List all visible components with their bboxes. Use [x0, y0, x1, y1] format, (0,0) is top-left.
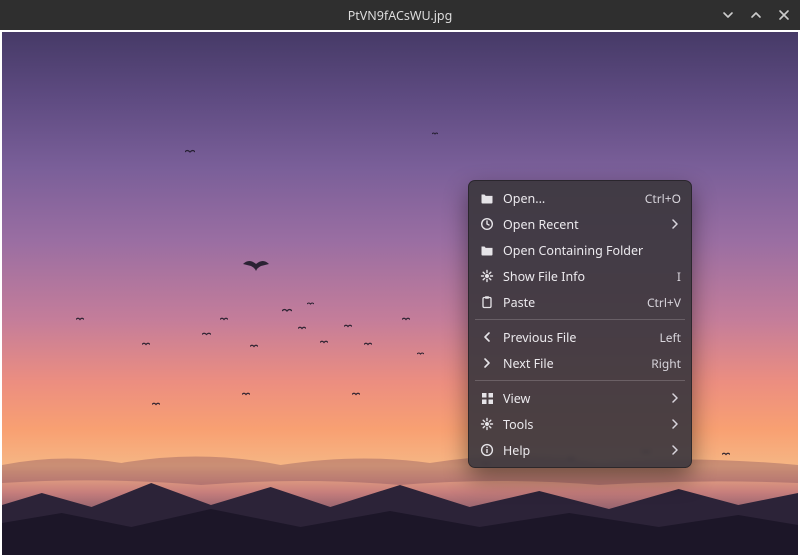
- submenu-chevron-icon: [671, 416, 681, 433]
- bird-silhouette: [344, 324, 352, 329]
- image-viewport[interactable]: Open... Ctrl+O Open Recent Open Containi…: [2, 32, 798, 555]
- grid-icon: [479, 390, 495, 406]
- bird-silhouette: [417, 352, 424, 356]
- bird-silhouette: [364, 342, 372, 347]
- gear-icon: [479, 416, 495, 432]
- menu-item-label: Open...: [503, 190, 625, 207]
- bird-silhouette: [76, 317, 84, 322]
- chevron-up-icon: [749, 8, 763, 22]
- menu-item-open[interactable]: Open... Ctrl+O: [469, 185, 691, 211]
- window-controls: [716, 0, 796, 30]
- chevron-down-icon: [721, 8, 735, 22]
- bird-silhouette: [432, 132, 438, 136]
- menu-item-accel: I: [677, 268, 681, 285]
- submenu-chevron-icon: [671, 216, 681, 233]
- chevron-right-icon: [479, 355, 495, 371]
- bird-silhouette: [185, 149, 195, 155]
- menu-item-label: Previous File: [503, 329, 639, 346]
- bird-silhouette: [320, 340, 328, 345]
- image-viewer-window: PtVN9fACsWU.jpg: [0, 0, 800, 557]
- chevron-left-icon: [479, 329, 495, 345]
- bird-silhouette: [142, 342, 150, 347]
- bird-silhouette: [298, 326, 306, 331]
- bird-silhouette: [243, 258, 269, 272]
- submenu-chevron-icon: [671, 390, 681, 407]
- clipboard-icon: [479, 294, 495, 310]
- maximize-button[interactable]: [744, 3, 768, 27]
- menu-item-accel: Left: [659, 329, 681, 346]
- menu-separator: [475, 319, 685, 320]
- titlebar[interactable]: PtVN9fACsWU.jpg: [0, 0, 800, 30]
- info-icon: [479, 442, 495, 458]
- menu-item-help[interactable]: Help: [469, 437, 691, 463]
- menu-item-accel: Right: [651, 355, 681, 372]
- menu-separator: [475, 380, 685, 381]
- menu-item-open-containing-folder[interactable]: Open Containing Folder: [469, 237, 691, 263]
- menu-item-accel: Ctrl+O: [645, 190, 681, 207]
- folder-icon: [479, 242, 495, 258]
- menu-item-label: Paste: [503, 294, 627, 311]
- bird-silhouette: [250, 344, 258, 349]
- close-icon: [778, 9, 790, 21]
- bird-silhouette: [282, 308, 292, 314]
- menu-item-show-file-info[interactable]: Show File Info I: [469, 263, 691, 289]
- menu-item-next-file[interactable]: Next File Right: [469, 350, 691, 376]
- menu-item-label: Show File Info: [503, 268, 657, 285]
- close-button[interactable]: [772, 3, 796, 27]
- submenu-chevron-icon: [671, 442, 681, 459]
- menu-item-open-recent[interactable]: Open Recent: [469, 211, 691, 237]
- menu-item-label: Help: [503, 442, 663, 459]
- minimize-button[interactable]: [716, 3, 740, 27]
- bird-silhouette: [307, 302, 314, 306]
- context-menu: Open... Ctrl+O Open Recent Open Containi…: [468, 180, 692, 468]
- menu-item-label: Next File: [503, 355, 631, 372]
- bird-silhouette: [352, 392, 360, 397]
- menu-item-label: Tools: [503, 416, 663, 433]
- bird-silhouette: [402, 317, 410, 322]
- bird-silhouette: [202, 332, 211, 337]
- clock-icon: [479, 216, 495, 232]
- menu-item-label: Open Containing Folder: [503, 242, 681, 259]
- menu-item-paste[interactable]: Paste Ctrl+V: [469, 289, 691, 315]
- menu-item-previous-file[interactable]: Previous File Left: [469, 324, 691, 350]
- bird-silhouette: [242, 392, 250, 397]
- folder-icon: [479, 190, 495, 206]
- window-title: PtVN9fACsWU.jpg: [348, 7, 453, 24]
- menu-item-accel: Ctrl+V: [647, 294, 681, 311]
- menu-item-tools[interactable]: Tools: [469, 411, 691, 437]
- bird-silhouette: [220, 317, 228, 322]
- menu-item-label: View: [503, 390, 663, 407]
- gear-icon: [479, 268, 495, 284]
- bird-silhouette: [152, 402, 160, 407]
- menu-item-label: Open Recent: [503, 216, 663, 233]
- menu-item-view[interactable]: View: [469, 385, 691, 411]
